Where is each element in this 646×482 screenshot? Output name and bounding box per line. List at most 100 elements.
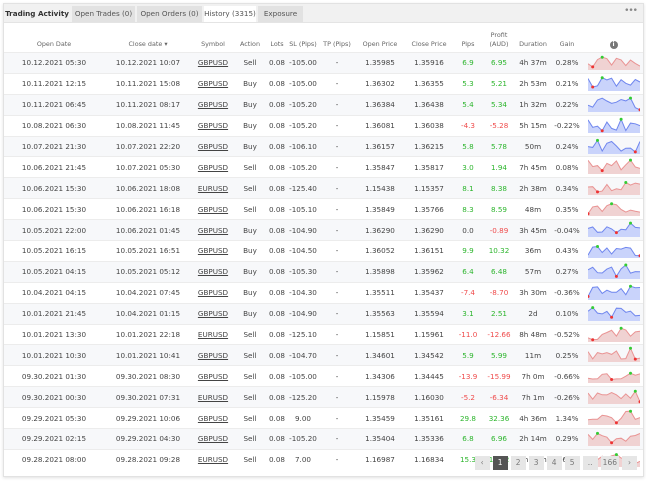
info-icon[interactable]: i [609, 41, 618, 49]
page-button[interactable]: 4 [546, 456, 562, 470]
cell-open-date: 09.29.2021 02:15 [4, 428, 104, 450]
symbol-link[interactable]: GBPUSD [198, 226, 228, 235]
cell-profit: 6.96 [482, 428, 516, 450]
table-row[interactable]: 10.01.2021 21:45 10.04.2021 01:15 GBPUSD Bu… [4, 302, 643, 325]
ellipsis-icon[interactable]: ••• [624, 6, 638, 16]
trade-sparkline [587, 55, 640, 70]
page-button[interactable]: 166 [600, 456, 619, 470]
cell-duration: 7h 0m [516, 365, 550, 387]
cell-sparkline [584, 114, 643, 137]
symbol-link[interactable]: EURUSD [198, 330, 228, 339]
cell-lots: 0.08 [266, 448, 288, 470]
col-profit[interactable]: Profit (AUD) [482, 24, 516, 53]
table-row[interactable]: 10.05.2021 22:00 10.06.2021 01:45 GBPUSD Bu… [4, 219, 643, 241]
cell-sparkline [584, 156, 643, 178]
symbol-link[interactable]: GBPUSD [198, 246, 228, 255]
table-row[interactable]: 10.01.2021 13:30 10.01.2021 22:18 EURUSD Se… [4, 323, 643, 345]
symbol-link[interactable]: GBPUSD [198, 267, 228, 276]
symbol-link[interactable]: GBPUSD [198, 372, 228, 381]
cell-profit: 8.38 [482, 177, 516, 199]
page-button[interactable]: .. [582, 456, 598, 470]
cell-close-price: 1.34445 [404, 365, 454, 387]
symbol-link[interactable]: GBPUSD [198, 58, 228, 67]
cell-sl: -125.10 [288, 323, 318, 345]
symbol-link[interactable]: GBPUSD [198, 100, 228, 109]
col-pips[interactable]: Pips [454, 24, 482, 53]
symbol-link[interactable]: GBPUSD [198, 163, 228, 172]
table-row[interactable]: 10.07.2021 21:30 10.07.2021 22:20 GBPUSD Bu… [4, 135, 643, 157]
cell-lots: 0.08 [266, 386, 288, 408]
col-open-price[interactable]: Open Price [356, 24, 404, 53]
col-duration[interactable]: Duration [516, 24, 550, 53]
table-row[interactable]: 09.29.2021 05:30 09.29.2021 10:06 GBPUSD Se… [4, 407, 643, 429]
table-row[interactable]: 10.12.2021 05:30 10.12.2021 10:07 GBPUSD Se… [4, 52, 643, 74]
col-close-date[interactable]: Close date ▾ [104, 24, 192, 53]
cell-sl: -105.20 [288, 428, 318, 450]
page-button[interactable]: 1 [492, 456, 508, 470]
cell-symbol: GBPUSD [192, 219, 234, 241]
symbol-link[interactable]: GBPUSD [198, 309, 228, 318]
col-close-price[interactable]: Close Price [404, 24, 454, 53]
cell-gain: -0.26% [550, 386, 584, 408]
symbol-link[interactable]: GBPUSD [198, 205, 228, 214]
symbol-link[interactable]: EURUSD [198, 393, 228, 402]
sparkline-max-point [619, 117, 623, 121]
tab-history[interactable]: History (3315) [204, 6, 256, 22]
table-row[interactable]: 09.30.2021 00:30 09.30.2021 07:31 EURUSD Se… [4, 386, 643, 408]
symbol-link[interactable]: GBPUSD [198, 142, 228, 151]
table-row[interactable]: 10.06.2021 15:30 10.06.2021 16:18 GBPUSD Se… [4, 198, 643, 220]
prev-page-button[interactable]: ‹ [474, 456, 490, 470]
table-row[interactable]: 10.06.2021 21:45 10.07.2021 05:30 GBPUSD Se… [4, 156, 643, 178]
cell-open-date: 10.06.2021 15:30 [4, 198, 104, 220]
symbol-link[interactable]: GBPUSD [198, 288, 228, 297]
cell-tp: - [318, 72, 356, 95]
symbol-link[interactable]: EURUSD [198, 184, 228, 193]
tab-open-orders[interactable]: Open Orders (0) [137, 6, 202, 22]
sparkline-area [587, 97, 640, 112]
cell-action: Sell [234, 344, 266, 366]
table-row[interactable]: 10.01.2021 10:30 10.01.2021 10:41 GBPUSD Se… [4, 344, 643, 366]
cell-open-date: 10.05.2021 16:15 [4, 240, 104, 262]
tab-open-trades[interactable]: Open Trades (0) [72, 6, 135, 22]
cell-open-date: 09.29.2021 05:30 [4, 407, 104, 429]
col-sl[interactable]: SL (Pips) [288, 24, 318, 53]
cell-open-price: 1.36081 [356, 114, 404, 137]
cell-sl: -105.00 [288, 72, 318, 95]
cell-duration: 5h 15m [516, 114, 550, 137]
col-lots[interactable]: Lots [266, 24, 288, 53]
table-row[interactable]: 10.11.2021 06:45 10.11.2021 08:17 GBPUSD Bu… [4, 93, 643, 116]
table-row[interactable]: 10.05.2021 16:15 10.05.2021 16:51 GBPUSD Bu… [4, 240, 643, 262]
col-symbol[interactable]: Symbol [192, 24, 234, 53]
cell-profit: -5.28 [482, 114, 516, 137]
table-row[interactable]: 10.04.2021 04:15 10.04.2021 07:45 GBPUSD Bu… [4, 281, 643, 304]
page-button[interactable]: 3 [528, 456, 544, 470]
cell-close-date: 10.01.2021 10:41 [104, 344, 192, 366]
symbol-link[interactable]: GBPUSD [198, 121, 228, 130]
cell-symbol: GBPUSD [192, 344, 234, 366]
page-button[interactable]: 2 [510, 456, 526, 470]
symbol-link[interactable]: GBPUSD [198, 351, 228, 360]
table-row[interactable]: 10.06.2021 15:30 10.06.2021 18:08 EURUSD Se… [4, 177, 643, 199]
table-row[interactable]: 10.11.2021 12:15 10.11.2021 15:08 GBPUSD Bu… [4, 72, 643, 95]
next-page-button[interactable]: › [622, 456, 637, 470]
symbol-link[interactable]: GBPUSD [198, 434, 228, 443]
table-row[interactable]: 10.08.2021 06:30 10.08.2021 11:45 GBPUSD Bu… [4, 114, 643, 137]
col-tp[interactable]: TP (Pips) [318, 24, 356, 53]
table-row[interactable]: 10.05.2021 04:15 10.05.2021 05:12 GBPUSD Bu… [4, 260, 643, 283]
cell-duration: 1h 32m [516, 93, 550, 116]
col-action[interactable]: Action [234, 24, 266, 53]
cell-gain: 0.43% [550, 240, 584, 262]
sparkline-max-point [595, 431, 599, 435]
cell-sl: -104.50 [288, 240, 318, 262]
table-row[interactable]: 09.29.2021 02:15 09.29.2021 04:30 GBPUSD Se… [4, 428, 643, 450]
symbol-link[interactable]: GBPUSD [198, 79, 228, 88]
table-row[interactable]: 09.30.2021 01:30 09.30.2021 08:30 GBPUSD Se… [4, 365, 643, 387]
col-gain[interactable]: Gain [550, 24, 584, 53]
cell-lots: 0.08 [266, 302, 288, 325]
tab-exposure[interactable]: Exposure [258, 6, 303, 22]
symbol-link[interactable]: EURUSD [198, 455, 228, 464]
symbol-link[interactable]: GBPUSD [198, 414, 228, 423]
tab-trading-activity[interactable]: Trading Activity [4, 6, 70, 22]
page-button[interactable]: 5 [564, 456, 580, 470]
col-open-date[interactable]: Open Date [4, 24, 104, 53]
